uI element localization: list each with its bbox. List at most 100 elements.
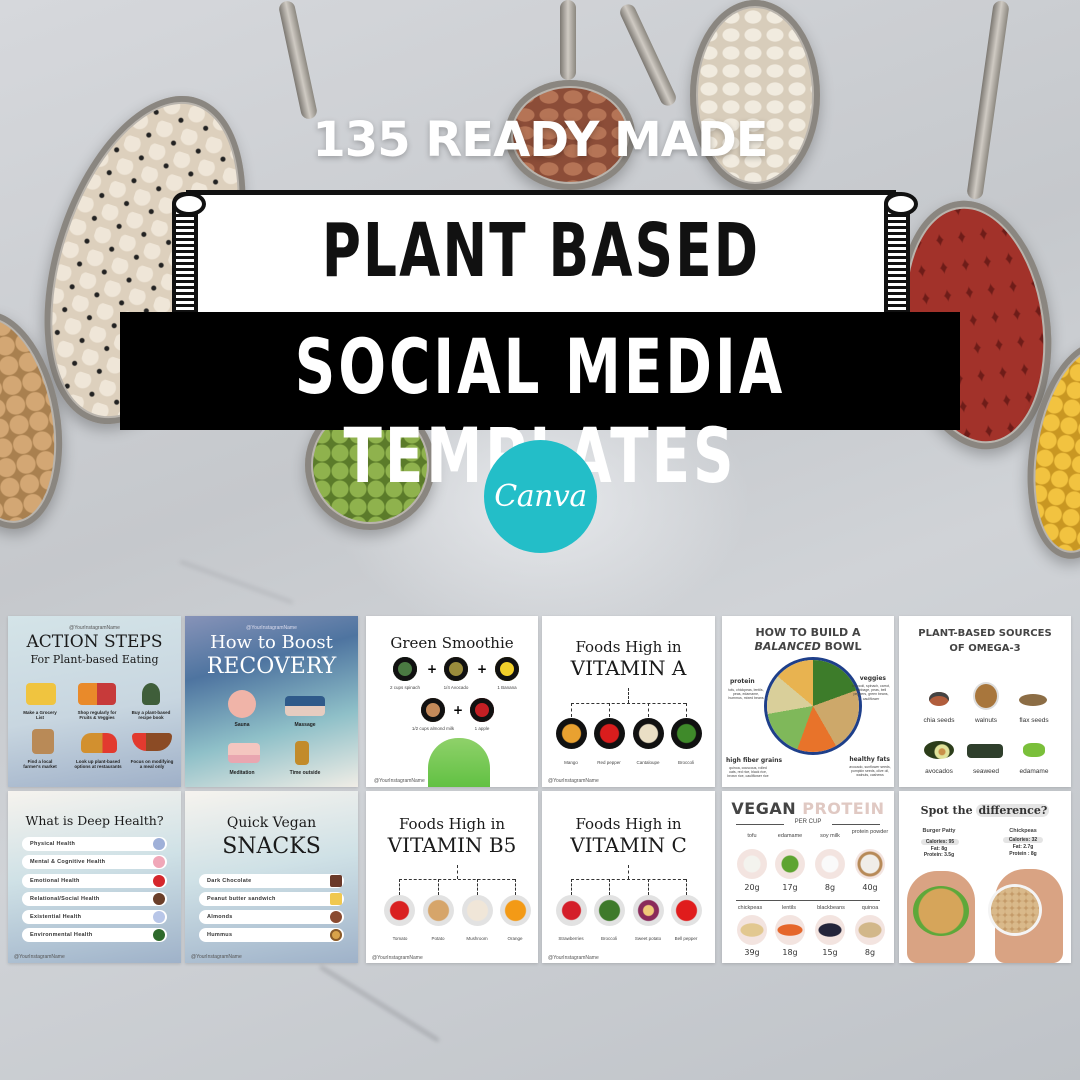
left-protein: Protein: 3.5g (923, 852, 955, 858)
template-spot-the-difference[interactable]: Spot the difference? Burger Patty Chickp… (899, 791, 1071, 963)
template-title: What is Deep Health? (25, 813, 164, 828)
protein-food-name: edamame (777, 833, 803, 839)
action-item: Shop regularly for Fruits & Veggies (77, 710, 117, 721)
template-title: HOW TO BUILD A (755, 626, 861, 639)
template-vitamin-a[interactable]: Foods High in VITAMIN A Mango Red pepper… (542, 616, 715, 787)
right-fat: Fat: 2.7g (1012, 844, 1034, 850)
bowl-section-detail: avocado, sunflower seeds, pumpkin seeds,… (849, 765, 891, 778)
apple-icon (470, 698, 494, 722)
compare-right-name: Chickpeas (1009, 828, 1037, 834)
template-title: PLANT-BASED SOURCES (918, 628, 1052, 639)
item-label: Physical Health (30, 841, 76, 847)
recovery-item: Time outside (289, 770, 321, 776)
hiking-icon (295, 741, 309, 765)
connector-line (571, 879, 686, 880)
potato-icon (423, 895, 454, 926)
smoothie-glass-image (428, 738, 490, 787)
almond-milk-icon (421, 698, 445, 722)
food-label: Orange (507, 936, 523, 941)
bowl-section-label: veggies (859, 675, 886, 682)
sweet-potato-icon (633, 895, 664, 926)
template-vegan-snacks[interactable]: Quick Vegan SNACKS Dark Chocolate Peanut… (185, 791, 358, 963)
avocado-icon (444, 657, 468, 681)
item-label: Hummus (207, 932, 233, 938)
template-balanced-bowl[interactable]: HOW TO BUILD A BALANCED BOWL protein tof… (722, 616, 894, 787)
walnuts-icon (975, 684, 997, 708)
template-vitamin-c[interactable]: Foods High in VITAMIN C Strawberries Bro… (542, 791, 715, 963)
hummus-icon (330, 929, 342, 941)
divider (736, 900, 880, 901)
protein-value: 8g (864, 948, 876, 957)
recovery-item: Sauna (234, 722, 250, 728)
bowl-section-label: protein (730, 678, 755, 685)
template-deep-health[interactable]: What is Deep Health? Physical Health Men… (8, 791, 181, 963)
spoon-handle (560, 0, 576, 80)
item-label: Environmental Health (30, 932, 93, 938)
soy-milk-icon (815, 849, 845, 879)
instagram-handle: @YourInstagramName (372, 955, 423, 961)
protein-food-name: lentils (781, 905, 797, 911)
omega-item: avocados (925, 768, 953, 775)
snack-item: Almonds (199, 910, 344, 924)
template-title: Foods High in (575, 815, 682, 833)
connector-line (571, 703, 572, 717)
avocado-icon (924, 741, 954, 759)
ingredient-label: 2 cups spinach (389, 685, 421, 690)
snack-item: Hummus (199, 928, 344, 942)
blackbeans-icon (815, 915, 845, 945)
food-label: Mango (564, 760, 578, 765)
item-label: Relational/Social Health (30, 896, 100, 902)
instagram-handle: @YourInstagramName (246, 625, 297, 631)
right-protein: Protein : 8g (1009, 851, 1037, 857)
template-omega-3[interactable]: PLANT-BASED SOURCES OF OMEGA-3 chia seed… (899, 616, 1071, 787)
protein-value: 20g (744, 883, 760, 892)
template-title: Green Smoothie (390, 634, 514, 652)
meditation-icon (153, 911, 165, 923)
connector-line (438, 879, 439, 895)
protein-powder-icon (855, 849, 885, 879)
template-title-line2: OF OMEGA-3 (949, 643, 1021, 654)
scroll-curl-left (172, 192, 206, 314)
deep-health-item: Emotional Health (22, 874, 167, 888)
lentils-icon (775, 915, 805, 945)
template-boost-recovery[interactable]: @YourInstagramName How to Boost RECOVERY… (185, 616, 358, 787)
food-label: Mushroom (466, 936, 488, 941)
template-title: ACTION STEPS (26, 632, 163, 652)
food-label: Sweet potato (634, 936, 662, 941)
farmers-market-icon (32, 729, 54, 754)
item-label: Almonds (207, 914, 233, 920)
orange-icon (500, 895, 531, 926)
plus-sign: + (453, 703, 464, 717)
protein-food-name: protein powder (851, 829, 889, 835)
food-label: Red pepper (597, 760, 621, 765)
flax-seeds-icon (1019, 694, 1047, 706)
grocery-list-icon (26, 683, 56, 705)
template-action-steps[interactable]: @YourInstagramName ACTION STEPS For Plan… (8, 616, 181, 787)
food-label: Broccoli (677, 760, 694, 765)
template-title: How to Boost (210, 632, 333, 653)
banana-icon (495, 657, 519, 681)
title-vegan: VEGAN (731, 799, 797, 818)
item-label: Emotional Health (30, 878, 80, 884)
plus-sign: + (477, 662, 488, 676)
left-calories: Calories: 95 (921, 839, 959, 845)
template-title: Spot the difference? (899, 804, 1071, 817)
scroll-curl-right (884, 192, 918, 314)
template-vitamin-b5[interactable]: Foods High in VITAMIN B5 Tomato Potato M… (366, 791, 538, 963)
title-part-a: Spot the (920, 804, 973, 817)
bell-pepper-icon (671, 895, 702, 926)
connector-line (515, 879, 516, 895)
canva-logo-text: Canva (494, 479, 587, 514)
bowl-section-detail: broccoli, spinach, carrot, cabbage, peas… (852, 684, 890, 701)
instagram-handle: @YourInstagramName (548, 778, 599, 784)
protein-food-name: quinoa (861, 905, 879, 911)
sauna-icon (228, 690, 256, 718)
food-label: Cantaloupe (636, 760, 660, 765)
template-green-smoothie[interactable]: Green Smoothie + + 2 cups spinach 1/4 Av… (366, 616, 538, 787)
food-label: Strawberries (558, 936, 584, 941)
template-vegan-protein[interactable]: VEGAN PROTEIN PER CUP tofu edamame soy m… (722, 791, 894, 963)
ingredient-label: 1 apple (474, 726, 490, 731)
protein-food-name: tofu (747, 833, 757, 839)
shopping-cart-icon (78, 683, 116, 705)
canva-badge: Canva (484, 440, 597, 553)
